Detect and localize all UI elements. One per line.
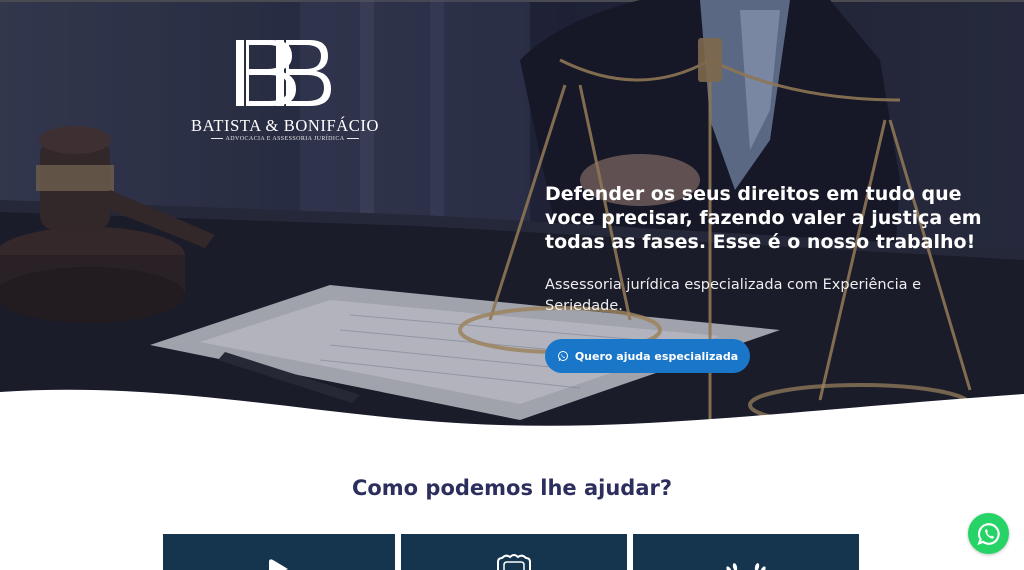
cta-button[interactable]: Quero ajuda especializada bbox=[545, 339, 750, 373]
hero-banner: BATISTA & BONIFÁCIO ADVOCACIA E ASSESSOR… bbox=[0, 0, 1024, 440]
section-title: Como podemos lhe ajudar? bbox=[351, 476, 673, 500]
service-card-3[interactable] bbox=[633, 534, 859, 570]
whatsapp-icon bbox=[557, 351, 568, 361]
service-card-1[interactable] bbox=[163, 534, 395, 570]
brand-logo[interactable]: BATISTA & BONIFÁCIO ADVOCACIA E ASSESSOR… bbox=[180, 38, 390, 148]
brand-tagline: ADVOCACIA E ASSESSORIA JURÍDICA bbox=[180, 136, 390, 142]
whatsapp-float-button[interactable] bbox=[968, 513, 1009, 554]
brand-name: BATISTA & BONIFÁCIO bbox=[191, 116, 379, 135]
shield-icon bbox=[497, 554, 531, 570]
hero-heading: Defender os seus direitos em tudo que vo… bbox=[545, 183, 982, 253]
wave-divider bbox=[0, 389, 1024, 442]
whatsapp-icon bbox=[976, 522, 1000, 545]
service-card-2[interactable] bbox=[401, 534, 627, 570]
monogram-logo-icon bbox=[236, 40, 331, 106]
play-icon bbox=[269, 559, 288, 570]
cta-label: Quero ajuda especializada bbox=[574, 349, 739, 363]
hero-subheading: Assessoria jurídica especializada com Ex… bbox=[545, 277, 922, 314]
laurel-icon bbox=[726, 563, 766, 570]
